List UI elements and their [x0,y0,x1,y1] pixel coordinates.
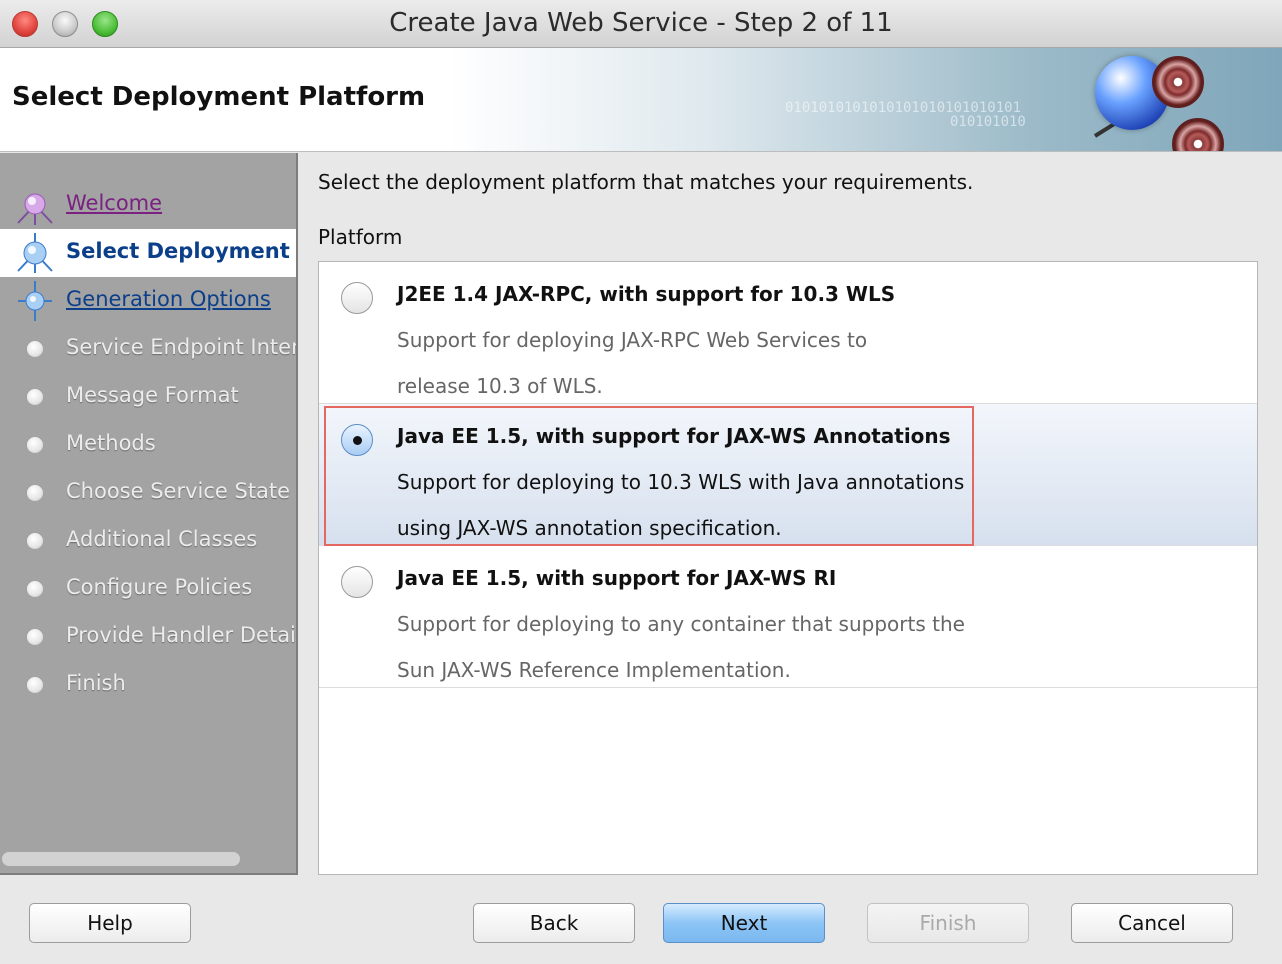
binary-decoration-2: 010101010 [950,114,1026,130]
option-description: Sun JAX-WS Reference Implementation. [397,658,791,682]
option-description: using JAX-WS annotation specification. [397,516,782,540]
step-node-icon [27,677,43,693]
nav-item-additional-classes: Additional Classes [0,517,296,565]
option-description: Support for deploying to any container t… [397,612,965,636]
platform-option-jaxws-annotations[interactable]: Java EE 1.5, with support for JAX-WS Ann… [319,404,1257,546]
nav-item-label: Select Deployment Platform [66,239,296,263]
nav-item-label: Methods [66,431,156,455]
platform-radio[interactable] [341,566,373,598]
wizard-step-nav: Welcome Select Deployment Platform Gener… [0,153,298,875]
option-title: J2EE 1.4 JAX-RPC, with support for 10.3 … [397,282,896,306]
platform-option-j2ee-jax-rpc[interactable]: J2EE 1.4 JAX-RPC, with support for 10.3 … [319,262,1257,404]
instructions-text: Select the deployment platform that matc… [318,170,974,194]
step-node-icon [17,233,53,273]
nav-item-label: Additional Classes [66,527,258,551]
cancel-button[interactable]: Cancel [1071,903,1233,943]
option-description: release 10.3 of WLS. [397,374,603,398]
next-button[interactable]: Next [663,903,825,943]
nav-item-label: Provide Handler Details [66,623,298,647]
step-node-icon [18,281,52,321]
nav-item-label: Generation Options [66,287,271,311]
nav-item-welcome[interactable]: Welcome [0,181,296,229]
nav-item-label: Message Format [66,383,239,407]
wizard-content: Select the deployment platform that matc… [300,153,1282,875]
step-node-icon [17,193,53,225]
step-node-icon [27,485,43,501]
platform-label: Platform [318,225,403,249]
window-title: Create Java Web Service - Step 2 of 11 [389,8,893,38]
option-description: Support for deploying to 10.3 WLS with J… [397,470,965,494]
nav-item-label: Service Endpoint Interface [66,335,296,359]
nav-item-finish: Finish [0,661,296,709]
back-button[interactable]: Back [473,903,635,943]
nav-item-message-format: Message Format [0,373,296,421]
nav-item-label: Choose Service State [66,479,291,503]
finish-button: Finish [867,903,1029,943]
step-node-icon [27,629,43,645]
option-title: Java EE 1.5, with support for JAX-WS Ann… [397,424,951,448]
nav-item-label: Finish [66,671,126,695]
option-title: Java EE 1.5, with support for JAX-WS RI [397,566,837,590]
nav-horizontal-scrollbar[interactable] [2,852,240,866]
nav-item-provide-handler-details: Provide Handler Details [0,613,298,661]
nav-item-label: Welcome [66,191,163,215]
option-description: Support for deploying JAX-RPC Web Servic… [397,328,868,352]
nav-item-generation-options[interactable]: Generation Options [0,277,296,325]
step-node-icon [27,533,43,549]
page-title: Select Deployment Platform [12,82,426,112]
nav-item-select-deployment-platform[interactable]: Select Deployment Platform [0,229,296,277]
help-button[interactable]: Help [29,903,191,943]
nav-item-choose-service-state: Choose Service State [0,469,296,517]
nav-item-service-endpoint-interface: Service Endpoint Interface [0,325,296,373]
reel-icon [1152,56,1204,108]
reel-icon-2 [1172,118,1224,151]
title-bar: Create Java Web Service - Step 2 of 11 [0,0,1282,48]
platform-radio[interactable] [341,424,373,456]
platform-radio[interactable] [341,282,373,314]
step-node-icon [27,389,43,405]
nav-item-configure-policies: Configure Policies [0,565,296,613]
platform-option-list: J2EE 1.4 JAX-RPC, with support for 10.3 … [318,261,1258,875]
wizard-header-banner: Select Deployment Platform 0101010101010… [0,48,1282,152]
step-node-icon [27,581,43,597]
step-node-icon [27,437,43,453]
nav-item-label: Configure Policies [66,575,253,599]
step-node-icon [27,341,43,357]
platform-option-jaxws-ri[interactable]: Java EE 1.5, with support for JAX-WS RI … [319,546,1257,688]
nav-item-methods: Methods [0,421,296,469]
